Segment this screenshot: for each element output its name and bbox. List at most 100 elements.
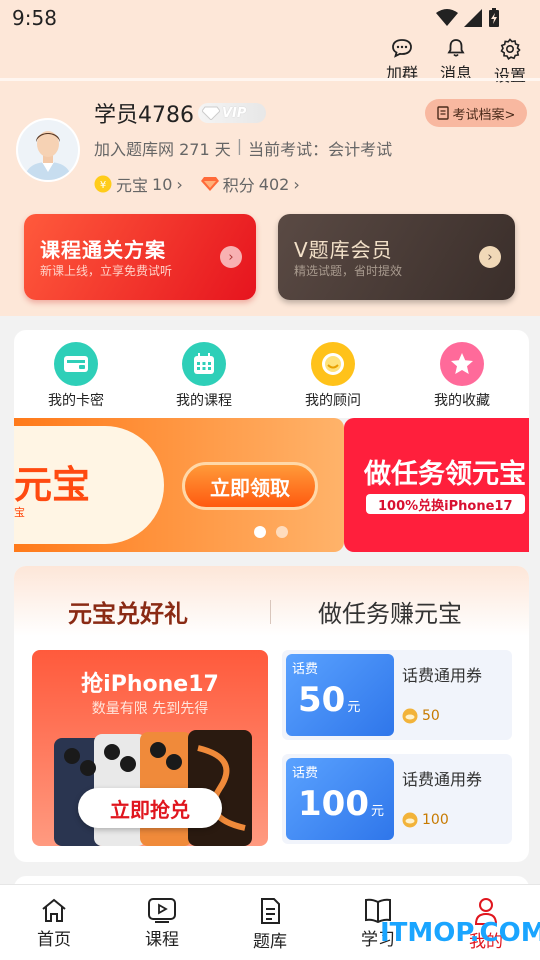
voucher-card[interactable]: 话费 50 元 话费通用券 50	[282, 650, 512, 740]
status-time: 9:58	[12, 6, 57, 30]
chevron-right-icon: ›	[176, 174, 183, 194]
watermark: ITMOP.COM	[380, 918, 540, 948]
status-bar: 9:58	[0, 0, 540, 36]
advisor-icon	[311, 342, 355, 386]
play-icon	[148, 898, 176, 923]
avatar[interactable]	[16, 118, 80, 182]
document-icon	[261, 898, 280, 924]
nav-courses[interactable]: 课程	[108, 885, 216, 960]
arrow-right-icon: ›	[479, 246, 501, 268]
join-info: 加入题库网 271 天 | 当前考试：会计考试	[94, 136, 392, 160]
nav-question-bank[interactable]: 题库	[216, 885, 324, 960]
yuanbao-item[interactable]: ¥ 元宝 10 ›	[94, 172, 183, 196]
document-icon	[436, 106, 449, 120]
voucher-cost-value: 100	[422, 812, 449, 828]
voucher-name: 话费通用券	[402, 666, 483, 685]
carousel-dot[interactable]	[276, 526, 288, 538]
quick-entry-panel: 我的卡密 我的课程 我的顾问 我的收藏	[14, 330, 529, 418]
yuanbao-coin-icon: ¥	[94, 175, 112, 193]
chevron-right-icon: ›	[293, 174, 300, 194]
voucher-card[interactable]: 话费 100 元 话费通用券 100	[282, 754, 512, 844]
banner-tasks-headline: 做任务领元宝	[364, 459, 526, 490]
my-favorites-button[interactable]: 我的收藏	[422, 342, 502, 410]
nav-question-bank-label: 题库	[253, 932, 287, 952]
claim-now-button[interactable]: 立即领取	[182, 462, 318, 510]
my-advisor-label: 我的顾问	[305, 393, 361, 409]
voucher-tag: 话费	[292, 766, 319, 781]
status-icons	[436, 8, 500, 28]
banner-carousel[interactable]: 元宝 宝 立即领取 做任务领元宝 100%兑换iPhone17	[14, 418, 529, 552]
gem-icon	[200, 177, 219, 191]
points-value: 402	[258, 174, 290, 194]
arrow-right-icon: ›	[220, 246, 242, 268]
signal-icon	[464, 9, 482, 27]
course-plan-title: 课程通关方案	[40, 238, 166, 262]
bell-icon	[447, 39, 465, 57]
voucher-amount: 50 元	[298, 680, 360, 720]
card-icon	[54, 342, 98, 386]
voucher-cost-value: 50	[422, 708, 440, 724]
voucher-amount-value: 100	[298, 784, 369, 824]
battery-icon	[489, 8, 499, 27]
vip-badge[interactable]: VIP	[198, 103, 266, 123]
voucher-unit: 元	[370, 804, 384, 819]
nav-home-label: 首页	[37, 930, 71, 950]
calendar-icon	[182, 342, 226, 386]
rewards-panel: 元宝兑好礼 做任务赚元宝 抢iPhone17 数量有限 先到先得 立即抢兑 话费…	[14, 566, 529, 862]
vip-membership-subtitle: 精选试题，省时提效	[294, 264, 403, 278]
my-favorites-label: 我的收藏	[434, 393, 490, 409]
grab-now-button[interactable]: 立即抢兑	[78, 788, 222, 828]
my-advisor-button[interactable]: 我的顾问	[293, 342, 373, 410]
header-divider	[0, 78, 540, 81]
yuanbao-coin-icon	[402, 708, 418, 724]
wallet-row: ¥ 元宝 10 › 积分 402 ›	[94, 172, 300, 196]
exam-record-label: 考试档案>	[452, 107, 516, 123]
diamond-icon	[202, 106, 220, 120]
username: 学员4786	[94, 103, 194, 128]
voucher-name: 话费通用券	[402, 770, 483, 789]
voucher-cost: 100	[402, 812, 449, 828]
my-courses-label: 我的课程	[176, 393, 232, 409]
voucher-unit: 元	[347, 700, 361, 715]
iphone-promo-card[interactable]: 抢iPhone17 数量有限 先到先得 立即抢兑	[32, 650, 268, 846]
chat-icon	[392, 39, 412, 58]
banner-slide-tasks[interactable]: 做任务领元宝 100%兑换iPhone17	[344, 418, 529, 552]
settings-label: 设置	[493, 66, 526, 85]
yuanbao-value: 10	[152, 174, 173, 194]
banner-tasks-pill: 100%兑换iPhone17	[366, 494, 525, 514]
tab-redeem-gifts[interactable]: 元宝兑好礼	[68, 594, 188, 629]
phones-image	[54, 730, 252, 846]
vip-label: VIP	[222, 105, 247, 121]
vip-membership-card[interactable]: V题库会员 精选试题，省时提效 ›	[278, 214, 515, 300]
voucher-cost: 50	[402, 708, 440, 724]
my-card-key-label: 我的卡密	[48, 393, 104, 409]
voucher-amount-value: 50	[298, 680, 346, 720]
course-plan-card[interactable]: 课程通关方案 新课上线，立享免费试听 ›	[24, 214, 256, 300]
voucher-tag: 话费	[292, 662, 319, 677]
svg-text:¥: ¥	[100, 180, 106, 191]
yuanbao-label: 元宝	[116, 176, 149, 195]
tab-earn-yuanbao[interactable]: 做任务赚元宝	[318, 594, 462, 629]
my-card-key-button[interactable]: 我的卡密	[36, 342, 116, 410]
points-item[interactable]: 积分 402 ›	[200, 172, 300, 196]
exam-record-button[interactable]: 考试档案>	[425, 99, 527, 127]
nav-home[interactable]: 首页	[0, 885, 108, 960]
voucher-face: 话费 100 元	[286, 758, 394, 840]
nav-courses-label: 课程	[145, 930, 179, 950]
wifi-icon	[436, 9, 458, 26]
banner-slide-claim[interactable]: 元宝 宝 立即领取	[14, 418, 344, 552]
points-label: 积分	[222, 176, 255, 195]
current-exam[interactable]: 当前考试：会计考试	[248, 136, 392, 160]
banner-slide-caption: 宝	[14, 506, 25, 519]
avatar-image	[18, 120, 78, 180]
my-courses-button[interactable]: 我的课程	[164, 342, 244, 410]
carousel-dot[interactable]	[254, 526, 266, 538]
rewards-tab-bar: 元宝兑好礼 做任务赚元宝	[14, 566, 529, 636]
carousel-indicator	[254, 526, 288, 538]
info-separator: |	[236, 136, 243, 155]
banner-slide-headline: 元宝	[14, 463, 91, 507]
iphone-promo-title: 抢iPhone17	[81, 672, 219, 697]
yuanbao-coin-icon	[402, 812, 418, 828]
star-icon	[440, 342, 484, 386]
course-plan-subtitle: 新课上线，立享免费试听	[40, 264, 173, 278]
